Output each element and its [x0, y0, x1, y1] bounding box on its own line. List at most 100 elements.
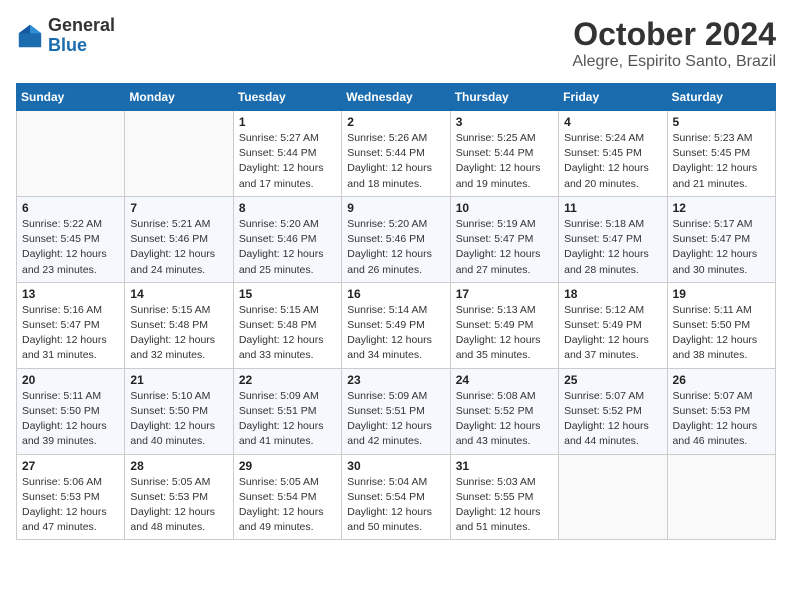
- day-info: Sunrise: 5:23 AM Sunset: 5:45 PM Dayligh…: [673, 131, 770, 192]
- day-info: Sunrise: 5:11 AM Sunset: 5:50 PM Dayligh…: [673, 303, 770, 364]
- calendar-cell: 9Sunrise: 5:20 AM Sunset: 5:46 PM Daylig…: [342, 196, 450, 282]
- day-info: Sunrise: 5:09 AM Sunset: 5:51 PM Dayligh…: [347, 389, 444, 450]
- logo-line1: General: [48, 16, 115, 36]
- calendar-cell: 27 Sunrise: 5:06 AM Sunset: 5:53 PM Dayli…: [17, 454, 125, 540]
- day-info: Sunrise: 5:07 AM Sunset: 5:52 PM Dayligh…: [564, 389, 661, 450]
- header: General Blue October 2024 Alegre, Espiri…: [16, 16, 776, 71]
- logo-icon: [16, 22, 44, 50]
- weekday-header: Monday: [125, 84, 233, 111]
- day-info: Sunrise: 5:05 AM Sunset: 5:54 PM Dayligh…: [239, 475, 336, 536]
- calendar-cell: 6 Sunrise: 5:22 AM Sunset: 5:45 PM Daylig…: [17, 196, 125, 282]
- day-info: Sunrise: 5:14 AM Sunset: 5:49 PM Dayligh…: [347, 303, 444, 364]
- day-info: Sunrise: 5:22 AM Sunset: 5:45 PM Dayligh…: [22, 217, 119, 278]
- day-info: Sunrise: 5:19 AM Sunset: 5:47 PM Dayligh…: [456, 217, 553, 278]
- day-info: Sunrise: 5:10 AM Sunset: 5:50 PM Dayligh…: [130, 389, 227, 450]
- day-number: 11: [564, 201, 661, 215]
- day-number: 16: [347, 287, 444, 301]
- day-number: 30: [347, 459, 444, 473]
- calendar-cell: [559, 454, 667, 540]
- day-number: 5: [673, 115, 770, 129]
- calendar-cell: 23 Sunrise: 5:09 AM Sunset: 5:51 PM Dayli…: [342, 368, 450, 454]
- calendar-table: SundayMondayTuesdayWednesdayThursdayFrid…: [16, 83, 776, 540]
- calendar-cell: 20Sunrise: 5:11 AM Sunset: 5:50 PM Dayli…: [17, 368, 125, 454]
- day-number: 27: [22, 459, 119, 473]
- calendar-cell: 30 Sunrise: 5:04 AM Sunset: 5:54 PM Dayli…: [342, 454, 450, 540]
- weekday-header: Wednesday: [342, 84, 450, 111]
- day-info: Sunrise: 5:25 AM Sunset: 5:44 PM Dayligh…: [456, 131, 553, 192]
- weekday-header: Saturday: [667, 84, 775, 111]
- day-number: 1: [239, 115, 336, 129]
- calendar-week-row: 20Sunrise: 5:11 AM Sunset: 5:50 PM Dayli…: [17, 368, 776, 454]
- calendar-header: SundayMondayTuesdayWednesdayThursdayFrid…: [17, 84, 776, 111]
- day-info: Sunrise: 5:15 AM Sunset: 5:48 PM Dayligh…: [130, 303, 227, 364]
- calendar-cell: 26 Sunrise: 5:07 AM Sunset: 5:53 PM Dayli…: [667, 368, 775, 454]
- weekday-row: SundayMondayTuesdayWednesdayThursdayFrid…: [17, 84, 776, 111]
- day-number: 4: [564, 115, 661, 129]
- day-info: Sunrise: 5:09 AM Sunset: 5:51 PM Dayligh…: [239, 389, 336, 450]
- calendar-cell: 31Sunrise: 5:03 AM Sunset: 5:55 PM Dayli…: [450, 454, 558, 540]
- weekday-header: Tuesday: [233, 84, 341, 111]
- calendar-cell: 28Sunrise: 5:05 AM Sunset: 5:53 PM Dayli…: [125, 454, 233, 540]
- calendar-cell: 11Sunrise: 5:18 AM Sunset: 5:47 PM Dayli…: [559, 196, 667, 282]
- day-number: 28: [130, 459, 227, 473]
- day-info: Sunrise: 5:11 AM Sunset: 5:50 PM Dayligh…: [22, 389, 119, 450]
- day-number: 17: [456, 287, 553, 301]
- day-number: 13: [22, 287, 119, 301]
- calendar-cell: [17, 111, 125, 197]
- calendar-cell: [667, 454, 775, 540]
- day-number: 12: [673, 201, 770, 215]
- day-info: Sunrise: 5:21 AM Sunset: 5:46 PM Dayligh…: [130, 217, 227, 278]
- day-info: Sunrise: 5:13 AM Sunset: 5:49 PM Dayligh…: [456, 303, 553, 364]
- day-info: Sunrise: 5:04 AM Sunset: 5:54 PM Dayligh…: [347, 475, 444, 536]
- calendar-week-row: 1 Sunrise: 5:27 AM Sunset: 5:44 PM Daylig…: [17, 111, 776, 197]
- calendar-cell: 19 Sunrise: 5:11 AM Sunset: 5:50 PM Dayli…: [667, 282, 775, 368]
- day-number: 29: [239, 459, 336, 473]
- day-number: 8: [239, 201, 336, 215]
- calendar-cell: 13Sunrise: 5:16 AM Sunset: 5:47 PM Dayli…: [17, 282, 125, 368]
- day-number: 6: [22, 201, 119, 215]
- day-number: 25: [564, 373, 661, 387]
- calendar-cell: 12Sunrise: 5:17 AM Sunset: 5:47 PM Dayli…: [667, 196, 775, 282]
- day-info: Sunrise: 5:20 AM Sunset: 5:46 PM Dayligh…: [347, 217, 444, 278]
- day-number: 14: [130, 287, 227, 301]
- calendar-body: 1 Sunrise: 5:27 AM Sunset: 5:44 PM Daylig…: [17, 111, 776, 540]
- calendar-cell: [125, 111, 233, 197]
- day-info: Sunrise: 5:26 AM Sunset: 5:44 PM Dayligh…: [347, 131, 444, 192]
- calendar-cell: 1 Sunrise: 5:27 AM Sunset: 5:44 PM Daylig…: [233, 111, 341, 197]
- calendar-week-row: 13Sunrise: 5:16 AM Sunset: 5:47 PM Dayli…: [17, 282, 776, 368]
- day-info: Sunrise: 5:24 AM Sunset: 5:45 PM Dayligh…: [564, 131, 661, 192]
- month-title: October 2024: [572, 16, 776, 53]
- day-number: 18: [564, 287, 661, 301]
- location-title: Alegre, Espirito Santo, Brazil: [572, 53, 776, 71]
- day-number: 26: [673, 373, 770, 387]
- day-info: Sunrise: 5:12 AM Sunset: 5:49 PM Dayligh…: [564, 303, 661, 364]
- calendar-week-row: 6 Sunrise: 5:22 AM Sunset: 5:45 PM Daylig…: [17, 196, 776, 282]
- day-number: 24: [456, 373, 553, 387]
- day-number: 21: [130, 373, 227, 387]
- calendar-cell: 15 Sunrise: 5:15 AM Sunset: 5:48 PM Dayli…: [233, 282, 341, 368]
- day-info: Sunrise: 5:07 AM Sunset: 5:53 PM Dayligh…: [673, 389, 770, 450]
- calendar-cell: 7 Sunrise: 5:21 AM Sunset: 5:46 PM Daylig…: [125, 196, 233, 282]
- day-number: 23: [347, 373, 444, 387]
- calendar-cell: 21 Sunrise: 5:10 AM Sunset: 5:50 PM Dayli…: [125, 368, 233, 454]
- day-info: Sunrise: 5:03 AM Sunset: 5:55 PM Dayligh…: [456, 475, 553, 536]
- day-info: Sunrise: 5:20 AM Sunset: 5:46 PM Dayligh…: [239, 217, 336, 278]
- calendar-cell: 8 Sunrise: 5:20 AM Sunset: 5:46 PM Daylig…: [233, 196, 341, 282]
- calendar-cell: 10 Sunrise: 5:19 AM Sunset: 5:47 PM Dayli…: [450, 196, 558, 282]
- day-info: Sunrise: 5:27 AM Sunset: 5:44 PM Dayligh…: [239, 131, 336, 192]
- calendar-cell: 29 Sunrise: 5:05 AM Sunset: 5:54 PM Dayli…: [233, 454, 341, 540]
- weekday-header: Friday: [559, 84, 667, 111]
- day-number: 7: [130, 201, 227, 215]
- day-info: Sunrise: 5:06 AM Sunset: 5:53 PM Dayligh…: [22, 475, 119, 536]
- day-info: Sunrise: 5:15 AM Sunset: 5:48 PM Dayligh…: [239, 303, 336, 364]
- day-info: Sunrise: 5:08 AM Sunset: 5:52 PM Dayligh…: [456, 389, 553, 450]
- title-area: October 2024 Alegre, Espirito Santo, Bra…: [572, 16, 776, 71]
- calendar-cell: 3 Sunrise: 5:25 AM Sunset: 5:44 PM Daylig…: [450, 111, 558, 197]
- day-number: 22: [239, 373, 336, 387]
- day-number: 15: [239, 287, 336, 301]
- weekday-header: Sunday: [17, 84, 125, 111]
- day-number: 10: [456, 201, 553, 215]
- day-number: 19: [673, 287, 770, 301]
- day-number: 3: [456, 115, 553, 129]
- logo-line2: Blue: [48, 36, 115, 56]
